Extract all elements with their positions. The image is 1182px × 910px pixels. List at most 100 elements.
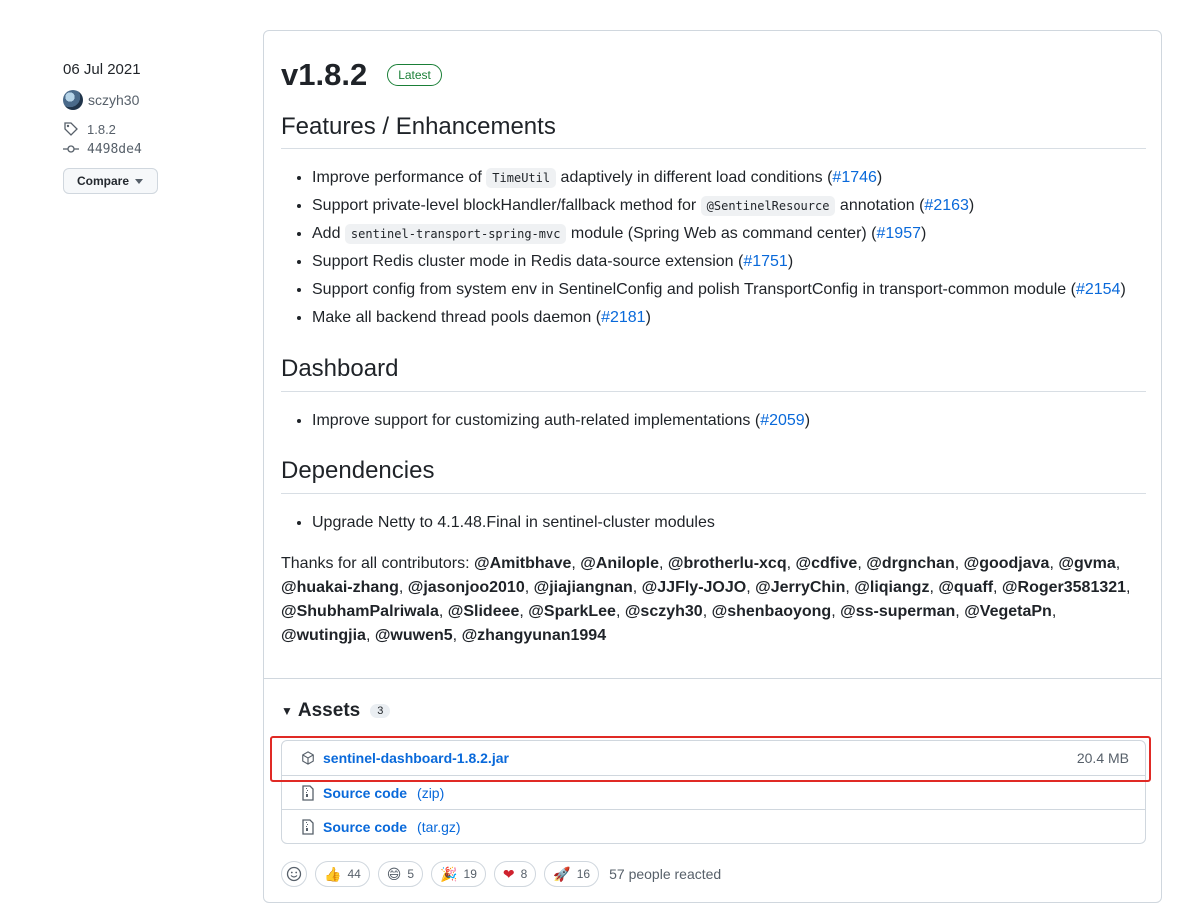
reaction-count: 19: [463, 867, 477, 881]
item-text: Support config from system env in Sentin…: [312, 281, 1076, 298]
dependencies-heading: Dependencies: [281, 457, 435, 484]
inline-code: sentinel-transport-spring-mvc: [344, 224, 567, 244]
list-item: Improve support for customizing auth-rel…: [312, 407, 810, 435]
item-text: ): [787, 253, 794, 270]
item-text: ): [921, 225, 927, 242]
pr-link[interactable]: #2154: [1076, 281, 1121, 298]
assets-divider: [264, 678, 1161, 679]
rocket-icon: 🚀: [553, 866, 571, 882]
contributor-mention[interactable]: @jasonjoo2010: [408, 579, 525, 596]
laugh-icon: 😄: [386, 866, 402, 882]
tag-label[interactable]: 1.8.2: [87, 122, 116, 137]
contributor-mention[interactable]: @gvma: [1058, 555, 1115, 572]
pr-link[interactable]: #1751: [743, 253, 788, 270]
contributors-paragraph: Thanks for all contributors: @Amitbhave,…: [281, 555, 1131, 644]
thumbs-up-icon: 👍: [324, 866, 342, 882]
contributor-mention[interactable]: @VegetaPn: [964, 603, 1052, 620]
chevron-down-icon: [135, 174, 144, 188]
contributor-mention[interactable]: @quaff: [938, 579, 993, 596]
add-reaction-button[interactable]: [281, 861, 307, 887]
smiley-icon: [286, 866, 302, 882]
item-text: Make all backend thread pools daemon (: [312, 309, 602, 326]
inline-code: TimeUtil: [486, 168, 557, 188]
reaction-count: 16: [576, 867, 591, 881]
release-card: v1.8.2 Latest Features / Enhancements Im…: [263, 30, 1162, 903]
contributor-mention[interactable]: @wuwen5: [375, 627, 453, 644]
release-date: 06 Jul 2021: [63, 61, 141, 78]
asset-link[interactable]: sentinel-dashboard-1.8.2.jar: [323, 750, 509, 766]
list-item: Improve performance of TimeUtil adaptive…: [312, 164, 1126, 192]
file-zip-icon: [299, 818, 317, 836]
pr-link[interactable]: #2181: [601, 309, 646, 326]
heading-rule: [281, 391, 1146, 392]
contributor-mention[interactable]: @ss-superman: [840, 603, 955, 620]
reaction-button[interactable]: 🚀 16: [544, 861, 600, 887]
pr-link[interactable]: #1957: [877, 225, 922, 242]
contributor-mention[interactable]: @Anilople: [580, 555, 659, 572]
list-item: Add sentinel-transport-spring-mvc module…: [312, 220, 1126, 248]
contributor-mention[interactable]: @drgnchan: [866, 555, 955, 572]
release-header: v1.8.2 Latest: [281, 57, 442, 93]
heart-icon: ❤: [502, 866, 515, 882]
release-title[interactable]: v1.8.2: [281, 57, 367, 93]
contributor-mention[interactable]: @shenbaoyong: [712, 603, 832, 620]
contributor-mention[interactable]: @JerryChin: [755, 579, 845, 596]
asset-link[interactable]: Source code: [323, 819, 407, 835]
asset-link[interactable]: Source code: [323, 785, 407, 801]
compare-button[interactable]: Compare: [63, 168, 158, 194]
tag-icon: [63, 121, 81, 137]
item-text: Improve support for customizing auth-rel…: [312, 412, 761, 429]
contributor-mention[interactable]: @Roger3581321: [1002, 579, 1126, 596]
author-name[interactable]: sczyh30: [88, 92, 139, 108]
inline-code: @SentinelResource: [700, 196, 836, 216]
commit-sha[interactable]: 4498de4: [87, 142, 142, 157]
reaction-count: 8: [520, 867, 528, 881]
dependencies-list: Upgrade Netty to 4.1.48.Final in sentine…: [281, 509, 715, 537]
thanks-prefix: Thanks for all contributors:: [281, 555, 474, 572]
assets-toggle[interactable]: ▼ Assets 3: [281, 700, 391, 722]
contributor-mention[interactable]: @brotherlu-xcq: [668, 555, 787, 572]
contributor-mention[interactable]: @zhangyunan1994: [462, 627, 607, 644]
asset-format[interactable]: (tar.gz): [417, 819, 461, 835]
release-meta: 06 Jul 2021 sczyh30 1.8.2 4498de4 Compar…: [63, 57, 243, 194]
asset-row-zip[interactable]: Source code (zip): [282, 775, 1145, 810]
release-author[interactable]: sczyh30: [63, 89, 243, 111]
contributor-mention[interactable]: @goodjava: [964, 555, 1050, 572]
contributor-mention[interactable]: @SparkLee: [528, 603, 616, 620]
item-text: module (Spring Web as command center) (: [566, 225, 877, 242]
item-text: ): [1120, 281, 1126, 298]
triangle-down-icon: ▼: [281, 704, 293, 718]
contributor-mention[interactable]: @wutingjia: [281, 627, 366, 644]
contributor-mention[interactable]: @sczyh30: [625, 603, 703, 620]
item-text: Improve performance of: [312, 169, 487, 186]
contributor-mention[interactable]: @huakai-zhang: [281, 579, 399, 596]
contributor-mention[interactable]: @ShubhamPalriwala: [281, 603, 439, 620]
item-text: ): [645, 309, 651, 326]
pr-link[interactable]: #2059: [760, 412, 805, 429]
contributor-mention[interactable]: @Amitbhave: [474, 555, 571, 572]
reaction-button[interactable]: 🎉 19: [431, 861, 486, 887]
package-icon: [299, 749, 317, 767]
contributor-mention[interactable]: @Slideee: [448, 603, 520, 620]
reaction-button[interactable]: 👍 44: [315, 861, 370, 887]
pr-link[interactable]: #2163: [924, 197, 969, 214]
commit-link[interactable]: 4498de4: [63, 139, 243, 159]
asset-format[interactable]: (zip): [417, 785, 444, 801]
contributor-mention[interactable]: @liqiangz: [854, 579, 929, 596]
tag-link[interactable]: 1.8.2: [63, 119, 243, 139]
reaction-button[interactable]: 😄 5: [377, 861, 424, 887]
asset-size: 20.4 MB: [1076, 750, 1129, 766]
contributor-mention[interactable]: @jiajiangnan: [534, 579, 633, 596]
list-item: Support config from system env in Sentin…: [312, 276, 1126, 304]
contributor-mention[interactable]: @JJFly-JOJO: [642, 579, 747, 596]
reaction-button[interactable]: ❤ 8: [493, 861, 537, 887]
contributor-mention[interactable]: @cdfive: [795, 555, 857, 572]
list-item: Support private-level blockHandler/fallb…: [312, 192, 1126, 220]
assets-count: 3: [370, 704, 391, 718]
asset-row-jar[interactable]: sentinel-dashboard-1.8.2.jar 20.4 MB: [282, 741, 1145, 775]
file-zip-icon: [299, 784, 317, 802]
pr-link[interactable]: #1746: [832, 169, 877, 186]
asset-row-targz[interactable]: Source code (tar.gz): [282, 809, 1145, 844]
item-text: ): [968, 197, 975, 214]
avatar[interactable]: [63, 90, 83, 110]
